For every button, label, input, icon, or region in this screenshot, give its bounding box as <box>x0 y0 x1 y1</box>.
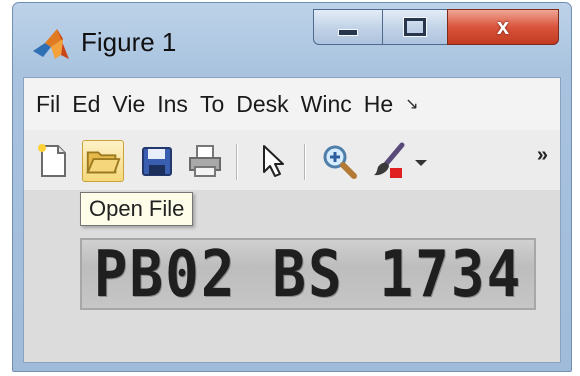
open-file-button[interactable] <box>82 140 124 182</box>
menu-file[interactable]: Fil <box>24 91 60 118</box>
new-figure-button[interactable] <box>32 140 74 182</box>
figure-window: Figure 1 x Fil Ed Vie Ins To Desk Winc H… <box>12 2 572 372</box>
print-button[interactable] <box>184 140 226 182</box>
window-title: Figure 1 <box>81 27 177 57</box>
save-icon <box>142 147 172 176</box>
menu-view[interactable]: Vie <box>100 91 145 118</box>
menu-window[interactable]: Winc <box>289 91 352 118</box>
new-figure-icon <box>38 144 66 177</box>
license-plate-image: PB02 BS 1734 <box>80 236 536 312</box>
menu-help[interactable]: He <box>352 91 393 118</box>
brush-button[interactable] <box>368 140 410 182</box>
menu-tools[interactable]: To <box>188 91 224 118</box>
title-bar[interactable]: Figure 1 x <box>13 3 571 77</box>
toolbar-separator <box>304 144 306 180</box>
dropdown-caret-icon <box>415 160 427 166</box>
toolbar-separator <box>236 144 238 180</box>
menu-edit[interactable]: Ed <box>60 91 100 118</box>
open-file-tooltip: Open File <box>80 192 194 226</box>
close-button[interactable]: x <box>447 9 559 45</box>
figure-toolbar: » <box>24 130 560 191</box>
toolbar-overflow-icon[interactable]: » <box>537 144 548 167</box>
menu-overflow-chevron-icon[interactable]: ↘ <box>405 94 418 114</box>
minimize-icon <box>338 28 358 36</box>
pointer-arrow-icon <box>263 145 284 177</box>
matlab-logo-icon <box>33 29 69 59</box>
open-file-icon <box>86 151 121 174</box>
maximize-button[interactable] <box>382 9 448 45</box>
save-button[interactable] <box>136 140 178 182</box>
maximize-icon <box>404 18 426 36</box>
menu-bar: Fil Ed Vie Ins To Desk Winc He ↘ <box>24 78 560 131</box>
plate-text: PB02 BS 1734 <box>93 236 523 312</box>
brush-dropdown-button[interactable] <box>410 140 432 182</box>
menu-insert[interactable]: Ins <box>145 91 188 118</box>
select-pointer-button[interactable] <box>252 140 294 182</box>
menu-desktop[interactable]: Desk <box>224 91 288 118</box>
close-icon: x <box>496 14 510 39</box>
print-icon <box>189 145 221 177</box>
zoom-in-button[interactable] <box>318 140 360 182</box>
brush-icon <box>374 142 405 178</box>
zoom-in-icon <box>323 145 357 179</box>
minimize-button[interactable] <box>313 9 383 45</box>
